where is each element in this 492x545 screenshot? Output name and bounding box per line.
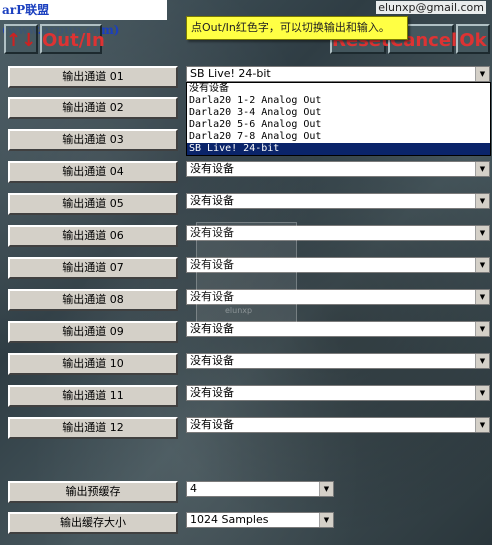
select-value: 没有设备 [190,418,234,431]
chevron-down-icon[interactable]: ▼ [319,513,333,527]
channel-button-11[interactable]: 输出通道 11 [8,385,178,407]
select-value: 没有设备 [190,162,234,175]
select-value: SB Live! 24-bit [190,67,271,80]
chevron-down-icon[interactable]: ▼ [475,258,489,272]
channel-button-10[interactable]: 输出通道 10 [8,353,178,375]
dropdown-option[interactable]: 没有设备 [187,83,490,95]
channel-button-04[interactable]: 输出通道 04 [8,161,178,183]
channel-button-07[interactable]: 输出通道 07 [8,257,178,279]
tooltip: 点Out/In红色字，可以切换输出和输入。 [186,16,408,40]
channel-button-05[interactable]: 输出通道 05 [8,193,178,215]
channel-select-09[interactable]: 没有设备 ▼ [186,321,490,337]
channel-select-01[interactable]: SB Live! 24-bit ▼ [186,66,490,82]
channel-select-05[interactable]: 没有设备 ▼ [186,193,490,209]
dropdown-option-selected[interactable]: SB Live! 24-bit [187,143,490,155]
channel-button-09[interactable]: 输出通道 09 [8,321,178,343]
chevron-down-icon[interactable]: ▼ [475,322,489,336]
chevron-down-icon[interactable]: ▼ [475,418,489,432]
chevron-down-icon[interactable]: ▼ [475,386,489,400]
dropdown-option[interactable]: Darla20 5-6 Analog Out [187,119,490,131]
site-logo: arP联盟 (www.arpun.com) [0,0,167,37]
channel-select-12[interactable]: 没有设备 ▼ [186,417,490,433]
chevron-down-icon[interactable]: ▼ [319,482,333,496]
buffer-size-select[interactable]: 1024 Samples ▼ [186,512,334,528]
dropdown-option[interactable]: Darla20 1-2 Analog Out [187,95,490,107]
chevron-down-icon[interactable]: ▼ [475,290,489,304]
select-value: 没有设备 [190,322,234,335]
channel-button-02[interactable]: 输出通道 02 [8,97,178,119]
channel-button-08[interactable]: 输出通道 08 [8,289,178,311]
select-value: 1024 Samples [190,513,269,526]
channel-button-12[interactable]: 输出通道 12 [8,417,178,439]
channel-button-01[interactable]: 输出通道 01 [8,66,178,88]
dropdown-option[interactable]: Darla20 7-8 Analog Out [187,131,490,143]
ok-button[interactable]: Ok [456,24,490,54]
channel-button-03[interactable]: 输出通道 03 [8,129,178,151]
dropdown-option[interactable]: Darla20 3-4 Analog Out [187,107,490,119]
select-value: 没有设备 [190,194,234,207]
watermark-text: elunxp [225,306,253,315]
chevron-down-icon[interactable]: ▼ [475,194,489,208]
buffer-button[interactable]: 输出预缓存 [8,481,178,503]
select-value: 没有设备 [190,386,234,399]
channel-select-04[interactable]: 没有设备 ▼ [186,161,490,177]
select-value: 4 [190,482,197,495]
chevron-down-icon[interactable]: ▼ [475,162,489,176]
channel-select-11[interactable]: 没有设备 ▼ [186,385,490,401]
buffer-select[interactable]: 4 ▼ [186,481,334,497]
channel-button-06[interactable]: 输出通道 06 [8,225,178,247]
select-value: 没有设备 [190,354,234,367]
out-in-toggle-button[interactable]: Out/In [40,24,105,54]
chevron-down-icon[interactable]: ▼ [475,67,489,81]
author-email: elunxp@gmail.com [376,1,486,14]
swap-arrows-icon[interactable]: ↑↓ [4,24,38,54]
chevron-down-icon[interactable]: ▼ [475,354,489,368]
channel-select-10[interactable]: 没有设备 ▼ [186,353,490,369]
chevron-down-icon[interactable]: ▼ [475,226,489,240]
channel-dropdown-list: 没有设备 Darla20 1-2 Analog Out Darla20 3-4 … [186,82,491,156]
buffer-size-button[interactable]: 输出缓存大小 [8,512,178,534]
